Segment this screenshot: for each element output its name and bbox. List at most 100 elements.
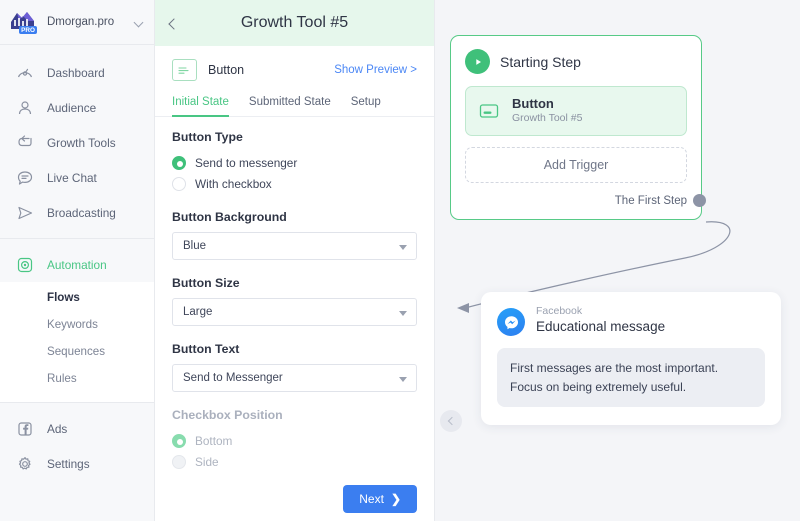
sidebar-item-label: Growth Tools — [47, 135, 116, 150]
radio-send-to-messenger[interactable]: Send to messenger — [172, 152, 417, 173]
return-arrow-icon — [16, 134, 34, 152]
tab-label: Submitted State — [248, 96, 331, 108]
svg-text:PRO: PRO — [21, 27, 35, 34]
panel-header: Growth Tool #5 — [155, 0, 434, 46]
first-step-row: The First Step — [465, 193, 706, 209]
button-background-select[interactable]: Blue — [172, 232, 417, 260]
app-logo: PRO — [8, 9, 38, 35]
radio-position-side: Side — [172, 451, 417, 472]
message-bubble: First messages are the most important. F… — [497, 348, 765, 408]
sidebar-item-ads[interactable]: Ads — [0, 411, 154, 446]
person-icon — [16, 99, 34, 117]
brand-name: Dmorgan.pro — [47, 16, 115, 28]
settings-panel: Growth Tool #5 Button Show Preview > Ini… — [155, 0, 435, 521]
button-background-label: Button Background — [172, 210, 287, 224]
tab-initial-state[interactable]: Initial State — [172, 92, 229, 117]
message-node-card[interactable]: Facebook Educational message First messa… — [481, 292, 781, 426]
message-source: Facebook — [536, 305, 583, 317]
button-text-select[interactable]: Send to Messenger — [172, 364, 417, 392]
radio-indicator — [172, 155, 186, 170]
sidebar-item-live-chat[interactable]: Live Chat — [0, 160, 154, 195]
gauge-icon — [16, 64, 34, 82]
chat-bubble-icon — [16, 169, 34, 187]
panel-tabs: Initial State Submitted State Setup — [155, 92, 434, 117]
flow-node-title: Button — [512, 96, 554, 111]
play-icon — [465, 49, 490, 74]
message-node-text: Facebook Educational message — [536, 305, 665, 336]
panel-collapse-button[interactable] — [440, 410, 462, 432]
sidebar-item-sequences[interactable]: Sequences — [0, 338, 154, 365]
sidebar: PRO Dmorgan.pro Dashboard Audience Growt… — [0, 0, 155, 521]
sidebar-item-broadcasting[interactable]: Broadcasting — [0, 195, 154, 230]
radio-label: With checkbox — [195, 176, 272, 191]
button-widget-icon — [478, 100, 500, 122]
sidebar-item-label: Live Chat — [47, 170, 97, 185]
radio-position-bottom: Bottom — [172, 430, 417, 451]
starting-step-header: Starting Step — [465, 49, 687, 74]
message-node-header: Facebook Educational message — [497, 305, 765, 336]
sidebar-item-dashboard[interactable]: Dashboard — [0, 55, 154, 90]
panel-footer: Next ❯ — [343, 485, 417, 513]
sidebar-item-settings[interactable]: Settings — [0, 446, 154, 481]
tab-label: Setup — [350, 96, 381, 108]
sidebar-item-label: Settings — [47, 456, 90, 471]
flow-canvas[interactable]: Starting Step Button Growth Tool #5 Add … — [435, 0, 800, 521]
brand-selector[interactable]: PRO Dmorgan.pro — [0, 0, 154, 45]
show-preview-link[interactable]: Show Preview > — [334, 64, 417, 76]
button-text-label: Button Text — [172, 342, 240, 356]
tab-label: Initial State — [172, 96, 229, 108]
radio-label: Bottom — [195, 433, 233, 448]
starting-step-title: Starting Step — [500, 53, 581, 70]
select-value: Large — [183, 306, 213, 318]
button-size-label: Button Size — [172, 276, 240, 290]
starting-step-card[interactable]: Starting Step Button Growth Tool #5 Add … — [450, 35, 706, 220]
message-title: Educational message — [536, 319, 666, 335]
messenger-icon — [497, 308, 525, 336]
radio-label: Side — [195, 454, 219, 469]
sidebar-subitem-label: Rules — [47, 372, 77, 385]
button-widget-icon — [172, 59, 197, 81]
sidebar-item-flows[interactable]: Flows — [0, 284, 154, 311]
tab-setup[interactable]: Setup — [351, 92, 381, 117]
tab-submitted-state[interactable]: Submitted State — [249, 92, 331, 117]
sidebar-item-growth-tools[interactable]: Growth Tools — [0, 125, 154, 160]
chevron-down-icon — [399, 377, 407, 382]
sidebar-item-label: Dashboard — [47, 65, 105, 80]
connection-handle[interactable] — [693, 193, 706, 207]
radio-indicator — [172, 454, 186, 469]
checkbox-position-label: Checkbox Position — [172, 408, 283, 422]
chevron-down-icon[interactable] — [135, 18, 144, 27]
secondary-nav: Ads Settings — [0, 403, 154, 489]
widget-type-label: Button — [208, 63, 245, 77]
sidebar-item-automation[interactable]: Automation — [0, 247, 154, 282]
automation-subnav: Flows Keywords Sequences Rules — [0, 282, 154, 403]
flow-node-button[interactable]: Button Growth Tool #5 — [465, 86, 687, 136]
sidebar-subitem-label: Flows — [47, 291, 80, 304]
next-button-label: Next — [359, 492, 384, 506]
select-value: Blue — [183, 240, 207, 252]
sidebar-item-keywords[interactable]: Keywords — [0, 311, 154, 338]
sidebar-subitem-label: Sequences — [47, 345, 106, 358]
panel-body: Button Type Send to messenger With check… — [155, 117, 434, 521]
radio-label: Send to messenger — [195, 155, 298, 170]
radio-indicator — [172, 176, 186, 191]
gear-icon — [16, 455, 34, 473]
radio-with-checkbox[interactable]: With checkbox — [172, 173, 417, 194]
sidebar-item-audience[interactable]: Audience — [0, 90, 154, 125]
sidebar-item-label: Ads — [47, 421, 68, 436]
button-size-select[interactable]: Large — [172, 298, 417, 326]
select-value: Send to Messenger — [183, 372, 283, 384]
chevron-right-icon: ❯ — [390, 492, 401, 506]
page-title: Growth Tool #5 — [240, 14, 349, 31]
sidebar-subitem-label: Keywords — [47, 318, 98, 331]
sidebar-item-rules[interactable]: Rules — [0, 365, 154, 392]
sidebar-item-label: Automation — [47, 257, 107, 272]
primary-nav: Dashboard Audience Growth Tools Live Cha… — [0, 45, 154, 238]
chevron-left-icon — [449, 418, 455, 424]
back-button[interactable] — [155, 0, 189, 46]
next-button[interactable]: Next ❯ — [343, 485, 417, 513]
add-trigger-button[interactable]: Add Trigger — [465, 146, 687, 183]
facebook-square-icon — [16, 420, 34, 438]
sidebar-item-label: Audience — [47, 100, 97, 115]
first-step-label: The First Step — [614, 194, 687, 207]
